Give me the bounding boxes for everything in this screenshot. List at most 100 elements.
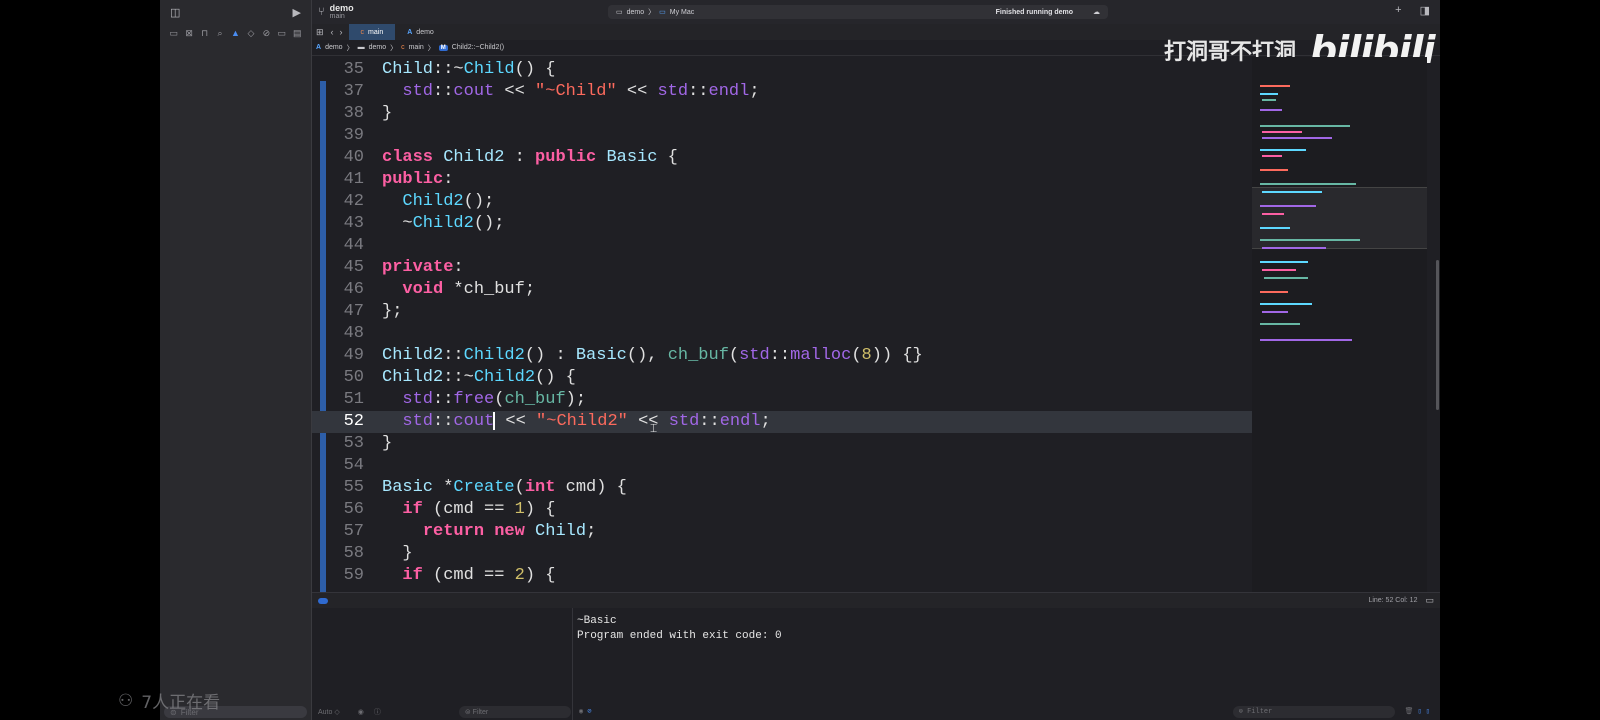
cloud-icon: ☁ bbox=[1093, 9, 1100, 16]
code-line: 44 bbox=[312, 235, 1252, 257]
line-number: 37 bbox=[343, 82, 364, 101]
forward-icon[interactable]: › bbox=[340, 27, 343, 37]
trash-filter-icon[interactable]: ⊘ bbox=[587, 705, 591, 720]
console-output[interactable]: ~Basic Program ended with exit code: 0 ◉… bbox=[573, 608, 1440, 720]
debug-icon[interactable]: ⊘ bbox=[261, 28, 272, 39]
breadcrumb-folder[interactable]: demo bbox=[369, 44, 387, 51]
console-controls: ◉ ⊘ bbox=[579, 706, 591, 718]
branch-name: main bbox=[329, 13, 345, 20]
sidebar-toggle-icon[interactable]: ◫ bbox=[170, 6, 180, 19]
variables-view: Auto ◇ ◉ ⓘ ⊜ Filter bbox=[312, 608, 573, 720]
grid-icon[interactable]: ⊞ bbox=[316, 27, 324, 38]
debug-area-toggle[interactable] bbox=[318, 597, 328, 604]
code-line: 57 return new Child; bbox=[312, 521, 1252, 543]
source-control-icon[interactable]: ⊠ bbox=[183, 28, 194, 39]
activity-view[interactable]: ▭ demo 〉 ▭ My Mac Finished running demo … bbox=[608, 5, 1108, 19]
code-line: 59 if (cmd == 2) { bbox=[312, 565, 1252, 587]
code-line: 49 Child2::Child2() : Basic(), ch_buf(std… bbox=[312, 345, 1252, 367]
tab-demo[interactable]: A demo bbox=[395, 24, 446, 40]
current-code-line: 52 std::cout << "~Child2" << std::endl; bbox=[312, 411, 1252, 433]
folder-icon: ▬ bbox=[357, 44, 365, 51]
tab-label: demo bbox=[416, 28, 434, 36]
split-right-icon[interactable]: ▯ bbox=[1426, 705, 1430, 720]
code-line: 56 if (cmd == 1) { bbox=[312, 499, 1252, 521]
back-icon[interactable]: ‹ bbox=[331, 27, 334, 37]
line-number: 51 bbox=[343, 390, 364, 409]
scheme-name[interactable]: demo bbox=[627, 9, 645, 16]
eye-icon[interactable]: ◉ bbox=[358, 708, 364, 716]
line-number: 58 bbox=[343, 544, 364, 563]
info-icon[interactable]: ⓘ bbox=[374, 707, 381, 717]
mouse-ibeam-cursor: ⌶ bbox=[650, 421, 658, 435]
line-number: 35 bbox=[343, 60, 364, 79]
breadcrumb-separator: 〉 bbox=[390, 44, 398, 52]
bookmark-icon[interactable]: ⊓ bbox=[199, 28, 210, 39]
breadcrumb-project[interactable]: demo bbox=[325, 44, 343, 51]
breakpoint-icon[interactable]: ▭ bbox=[276, 28, 287, 39]
tab-label: main bbox=[368, 28, 384, 36]
xcode-window: ◫ ▶ ▭ ⊠ ⊓ ⌕ ▲ ◇ ⊘ ▭ ▤ ⊜ Filter ⑂ demo ma… bbox=[160, 0, 1440, 720]
code-line: 45 private: bbox=[312, 257, 1252, 279]
trash-icon[interactable]: 🗑 bbox=[1405, 705, 1414, 720]
split-left-icon[interactable]: ▯ bbox=[1418, 705, 1422, 720]
code-line: 47}; bbox=[312, 301, 1252, 323]
code-editor[interactable]: 35 Child::~Child() { 37 std::cout << "~Ch… bbox=[312, 57, 1252, 592]
breadcrumb-file[interactable]: main bbox=[409, 44, 424, 51]
filter-placeholder: Filter bbox=[1247, 707, 1273, 716]
code-line: 58 } bbox=[312, 543, 1252, 565]
destination-name[interactable]: My Mac bbox=[670, 9, 695, 16]
scheme-separator: 〉 bbox=[648, 9, 656, 16]
line-number: 44 bbox=[343, 236, 364, 255]
variables-filter-bar: Auto ◇ ◉ ⓘ ⊜ Filter bbox=[318, 706, 571, 718]
issue-icon[interactable]: ▲ bbox=[230, 28, 241, 38]
line-number: 42 bbox=[343, 192, 364, 211]
line-number: 59 bbox=[343, 566, 364, 585]
scope-selector[interactable]: Auto ◇ bbox=[318, 708, 340, 716]
code-line: 37 std::cout << "~Child" << std::endl; bbox=[312, 81, 1252, 103]
vertical-scrollbar[interactable] bbox=[1436, 260, 1439, 410]
test-icon[interactable]: ◇ bbox=[245, 28, 256, 39]
code-line: 35 Child::~Child() { bbox=[312, 59, 1252, 81]
breadcrumb-symbol[interactable]: Child2::~Child2() bbox=[452, 44, 504, 51]
breadcrumb-separator: 〉 bbox=[427, 44, 435, 52]
folder-icon[interactable]: ▭ bbox=[168, 28, 179, 39]
navigator-topbar: ◫ ▶ bbox=[160, 0, 311, 24]
build-status: Finished running demo bbox=[995, 8, 1073, 16]
toolbar-right: + ◨ bbox=[1395, 4, 1430, 17]
line-number: 39 bbox=[343, 126, 364, 145]
find-icon[interactable]: ⌕ bbox=[214, 28, 225, 39]
line-number: 49 bbox=[343, 346, 364, 365]
project-name: demo bbox=[329, 3, 354, 13]
tab-main[interactable]: c main bbox=[348, 24, 396, 40]
code-line: 54 bbox=[312, 455, 1252, 477]
minimap[interactable] bbox=[1252, 57, 1427, 592]
line-number: 43 bbox=[343, 214, 364, 233]
line-number: 46 bbox=[343, 280, 364, 299]
code-line: 53} bbox=[312, 433, 1252, 455]
method-icon: M bbox=[438, 44, 448, 51]
console-filter-bar: ⊜ Filter 🗑 ▯ ▯ bbox=[1232, 705, 1430, 720]
toolbar: ⑂ demo main ▭ demo 〉 ▭ My Mac Finished r… bbox=[312, 0, 1440, 24]
run-button[interactable]: ▶ bbox=[293, 6, 301, 19]
console-filter-input[interactable]: ⊜ Filter bbox=[1232, 706, 1395, 718]
code-line: 38} bbox=[312, 103, 1252, 125]
line-number: 41 bbox=[343, 170, 364, 189]
console-line: Program ended with exit code: 0 bbox=[577, 630, 782, 642]
code-line: 50 Child2::~Child2() { bbox=[312, 367, 1252, 389]
inspector-toggle-icon[interactable]: ◨ bbox=[1420, 4, 1430, 17]
report-icon[interactable]: ▤ bbox=[292, 28, 303, 39]
viewer-count-overlay: ⚇ 7人正在看 bbox=[118, 688, 221, 714]
add-icon[interactable]: + bbox=[1395, 4, 1401, 17]
project-info[interactable]: ⑂ demo main bbox=[318, 3, 354, 21]
branch-icon: ⑂ bbox=[318, 6, 325, 18]
eye-icon[interactable]: ◉ bbox=[579, 705, 583, 720]
navigator-sidebar: ◫ ▶ ▭ ⊠ ⊓ ⌕ ▲ ◇ ⊘ ▭ ▤ ⊜ Filter bbox=[160, 0, 312, 720]
code-line: 39 bbox=[312, 125, 1252, 147]
code-line: 46 void *ch_buf; bbox=[312, 279, 1252, 301]
breadcrumb-separator: 〉 bbox=[346, 44, 354, 52]
cpp-file-icon: c bbox=[360, 28, 365, 36]
viewer-count: 7人正在看 bbox=[141, 693, 221, 713]
variables-filter-input[interactable]: ⊜ Filter bbox=[458, 706, 571, 718]
panel-toggle-icon[interactable]: ▭ bbox=[1425, 595, 1434, 606]
code-line: 51 std::free(ch_buf); bbox=[312, 389, 1252, 411]
